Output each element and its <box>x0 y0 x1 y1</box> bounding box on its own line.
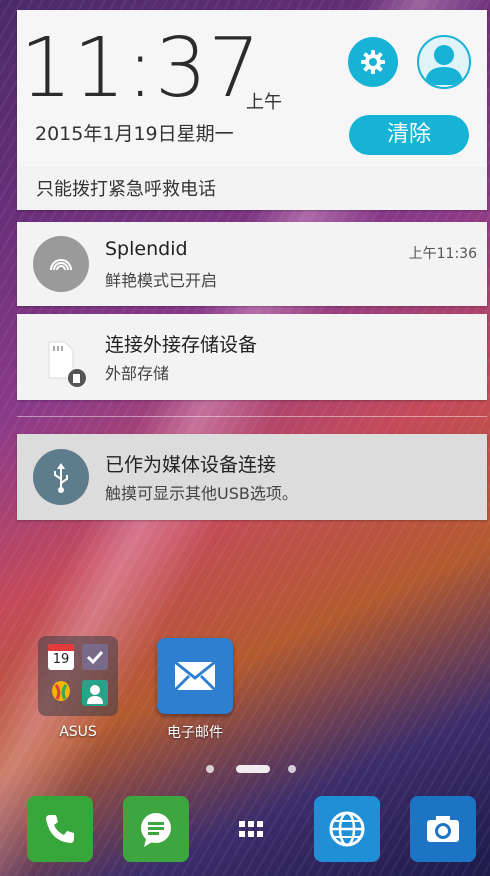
notification-title: Splendid <box>105 238 188 260</box>
calendar-day: 19 <box>52 652 70 667</box>
browser-app-button[interactable] <box>314 796 380 862</box>
email-icon <box>173 660 217 692</box>
notification-splendid[interactable]: Splendid 鲜艳模式已开启 上午11:36 <box>17 222 487 306</box>
notification-title: 连接外接存储设备 <box>105 334 258 356</box>
clear-button[interactable]: 清除 <box>349 115 469 155</box>
browser-icon <box>329 811 365 847</box>
notification-subtitle: 触摸可显示其他USB选项。 <box>105 484 298 503</box>
user-avatar-icon <box>419 37 469 87</box>
emergency-call-bar[interactable]: 只能拨打紧急呼救电话 <box>17 168 487 210</box>
calendar-icon: 19 <box>48 644 74 670</box>
clock-time: 11:37 <box>20 21 262 116</box>
screen: 11:37 上午 2015年1月19日星期一 清除 只能拨打紧急呼救电话 Spl… <box>0 0 490 876</box>
page-indicator-active <box>236 765 270 773</box>
app-drawer-icon <box>239 821 263 837</box>
notification-title: 已作为媒体设备连接 <box>105 454 277 476</box>
gear-icon <box>360 49 386 75</box>
notification-divider <box>17 416 487 417</box>
usb-icon <box>33 449 89 505</box>
notification-usb[interactable]: 已作为媒体设备连接 触摸可显示其他USB选项。 <box>17 434 487 520</box>
asus-folder[interactable]: 19 <box>38 636 118 716</box>
emergency-call-text: 只能拨打紧急呼救电话 <box>36 179 216 200</box>
phone-app-button[interactable] <box>27 796 93 862</box>
date-text: 2015年1月19日星期一 <box>35 123 234 145</box>
balloon-icon <box>48 680 74 706</box>
sd-card-icon <box>47 338 86 387</box>
messages-icon <box>141 813 171 847</box>
app-label-asus: ASUS <box>59 724 97 740</box>
notification-external-storage[interactable]: 连接外接存储设备 外部存储 <box>17 314 487 400</box>
page-indicator <box>288 765 296 773</box>
app-label-email: 电子邮件 <box>167 725 223 741</box>
app-drawer-button[interactable] <box>218 796 284 862</box>
settings-button[interactable] <box>348 37 398 87</box>
clock-ampm: 上午 <box>246 92 282 113</box>
camera-app-button[interactable] <box>410 796 476 862</box>
page-indicator <box>206 765 214 773</box>
splendid-rainbow-icon <box>33 236 89 292</box>
messages-app-button[interactable] <box>123 796 189 862</box>
notification-subtitle: 外部存储 <box>105 364 170 383</box>
notification-time: 上午11:36 <box>408 246 477 262</box>
contacts-icon <box>82 680 108 706</box>
phone-icon <box>46 815 74 843</box>
checkmark-icon <box>82 644 108 670</box>
notification-subtitle: 鲜艳模式已开启 <box>105 271 218 290</box>
user-avatar-button[interactable] <box>417 35 471 89</box>
email-app-icon[interactable] <box>157 638 233 714</box>
camera-icon <box>427 816 459 842</box>
